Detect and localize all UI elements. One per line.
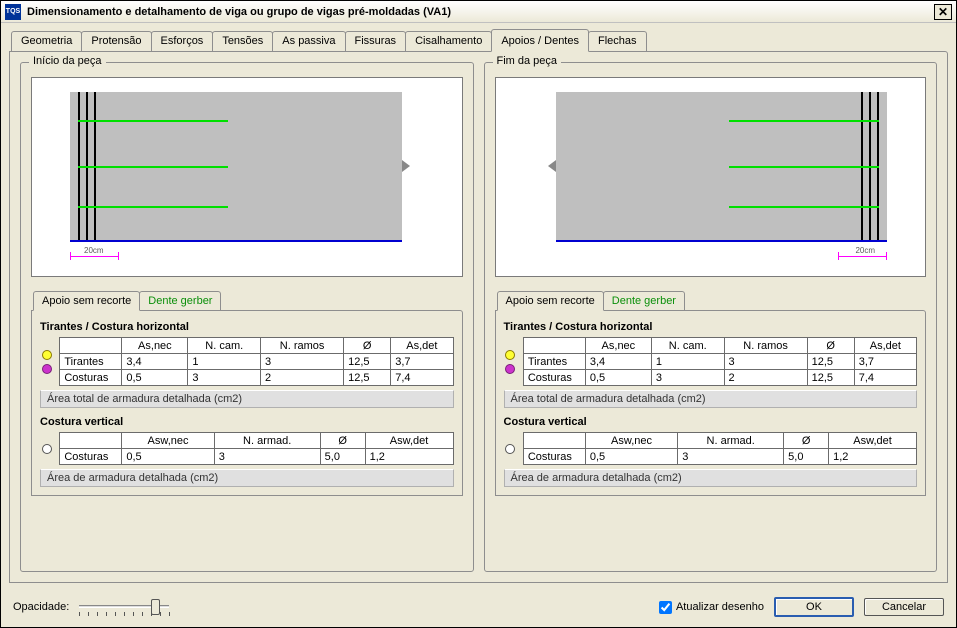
group-fim: Fim da peça 20cm: [484, 62, 938, 572]
subtab-dente-gerber-r[interactable]: Dente gerber: [603, 291, 685, 310]
close-button[interactable]: ✕: [934, 4, 952, 20]
tab-protensao[interactable]: Protensão: [81, 31, 151, 51]
footer2-l: Área de armadura detalhada (cm2): [40, 469, 454, 487]
subtab-dente-gerber-l[interactable]: Dente gerber: [139, 291, 221, 310]
footer1-l: Área total de armadura detalhada (cm2): [40, 390, 454, 408]
bullet-vertical-r: [505, 444, 515, 454]
table-vertical-l[interactable]: Asw,nec N. armad. Ø Asw,det Costuras 0,5…: [59, 432, 453, 465]
app-icon: TQS: [5, 4, 21, 20]
tab-as-passiva[interactable]: As passiva: [272, 31, 345, 51]
opacity-label: Opacidade:: [13, 601, 69, 613]
tab-fissuras[interactable]: Fissuras: [345, 31, 407, 51]
table-tirantes-r[interactable]: As,nec N. cam. N. ramos Ø As,det Tirante…: [523, 337, 917, 386]
section2-title-l: Costura vertical: [40, 416, 454, 428]
diagram-inicio: 20cm: [31, 77, 463, 277]
checkbox-atualizar-input[interactable]: [659, 601, 672, 614]
bullet-costuras-r: [505, 364, 515, 374]
bullet-tirantes-l: [42, 350, 52, 360]
tabpanel-apoios: Início da peça 20cm: [9, 51, 948, 583]
tab-geometria[interactable]: Geometria: [11, 31, 82, 51]
footer2-r: Área de armadura detalhada (cm2): [504, 469, 918, 487]
table-vertical-r[interactable]: Asw,nec N. armad. Ø Asw,det Costuras 0,5…: [523, 432, 917, 465]
tabstrip: Geometria Protensão Esforços Tensões As …: [11, 29, 948, 51]
bullet-tirantes-r: [505, 350, 515, 360]
subtab-apoio-sem-recorte-l[interactable]: Apoio sem recorte: [33, 291, 140, 311]
subpanel-fim: Tirantes / Costura horizontal As,nec: [495, 310, 927, 496]
section2-title-r: Costura vertical: [504, 416, 918, 428]
window-title: Dimensionamento e detalhamento de viga o…: [27, 6, 451, 18]
titlebar: TQS Dimensionamento e detalhamento de vi…: [1, 1, 956, 23]
section1-title-l: Tirantes / Costura horizontal: [40, 321, 454, 333]
subtabs-inicio: Apoio sem recorte Dente gerber: [33, 291, 463, 310]
tab-esforcos[interactable]: Esforços: [151, 31, 214, 51]
tab-apoios-dentes[interactable]: Apoios / Dentes: [491, 29, 589, 52]
dialog-window: TQS Dimensionamento e detalhamento de vi…: [0, 0, 957, 628]
client-area: Geometria Protensão Esforços Tensões As …: [9, 29, 948, 579]
table-tirantes-l[interactable]: As,nec N. cam. N. ramos Ø As,det Tirante…: [59, 337, 453, 386]
dim-inicio: 20cm: [84, 246, 104, 255]
cancel-button[interactable]: Cancelar: [864, 598, 944, 616]
bullet-costuras-l: [42, 364, 52, 374]
checkbox-atualizar-label: Atualizar desenho: [676, 601, 764, 613]
checkbox-atualizar[interactable]: Atualizar desenho: [659, 601, 764, 614]
subtabs-fim: Apoio sem recorte Dente gerber: [497, 291, 927, 310]
dim-fim: 20cm: [855, 246, 875, 255]
subpanel-inicio: Tirantes / Costura horizontal As,nec: [31, 310, 463, 496]
diagram-fim: 20cm: [495, 77, 927, 277]
bottom-row: Opacidade: Atualizar desenho OK Cancelar: [13, 597, 944, 617]
group-inicio-legend: Início da peça: [29, 55, 106, 67]
group-fim-legend: Fim da peça: [493, 55, 562, 67]
tab-flechas[interactable]: Flechas: [588, 31, 647, 51]
opacity-slider[interactable]: [79, 597, 169, 617]
footer1-r: Área total de armadura detalhada (cm2): [504, 390, 918, 408]
section1-title-r: Tirantes / Costura horizontal: [504, 321, 918, 333]
ok-button[interactable]: OK: [774, 597, 854, 617]
tab-cisalhamento[interactable]: Cisalhamento: [405, 31, 492, 51]
tab-tensoes[interactable]: Tensões: [212, 31, 273, 51]
group-inicio: Início da peça 20cm: [20, 62, 474, 572]
bullet-vertical-l: [42, 444, 52, 454]
subtab-apoio-sem-recorte-r[interactable]: Apoio sem recorte: [497, 291, 604, 311]
